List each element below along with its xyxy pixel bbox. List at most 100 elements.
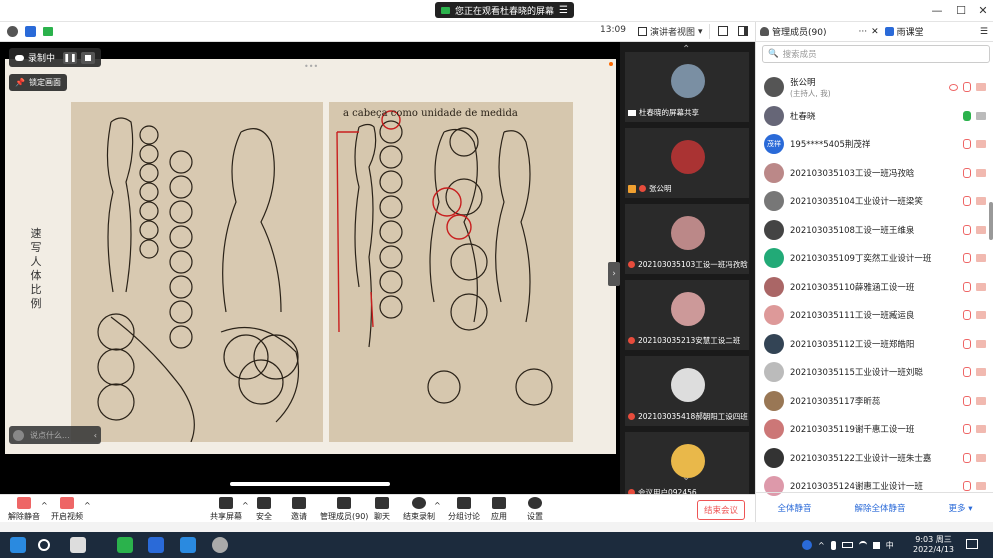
sidebar-toggle-icon[interactable] (738, 26, 748, 36)
scroll-indicator[interactable] (230, 482, 390, 486)
pause-icon[interactable]: ❚❚ (63, 51, 78, 64)
minimize-button[interactable]: — (927, 4, 947, 18)
info-icon[interactable] (7, 26, 18, 37)
wifi-icon[interactable] (858, 541, 867, 549)
volume-icon[interactable] (872, 541, 880, 549)
member-row[interactable]: 杜春晓 (764, 102, 986, 130)
member-row[interactable]: 202103035109丁奕然工业设计一班 (764, 244, 986, 272)
camera-off-icon[interactable] (976, 311, 986, 319)
mic-muted-icon[interactable] (963, 196, 971, 206)
camera-off-icon[interactable] (976, 339, 986, 348)
more-icon[interactable]: ··· (858, 27, 867, 37)
tab-members[interactable]: 管理成员(90) (772, 25, 826, 38)
viewing-banner[interactable]: 您正在观看杜春晓的屏幕 ☰ (435, 2, 574, 18)
mic-muted-icon[interactable] (963, 367, 971, 377)
member-row[interactable]: 202103035117李昕蕊 (764, 387, 986, 415)
unmute-all-button[interactable]: 解除全体静音 (855, 502, 906, 514)
notification-icon[interactable] (966, 539, 978, 549)
chevron-up-icon[interactable]: ^ (818, 541, 825, 550)
member-row[interactable]: 202103035111工设一班臧运良 (764, 301, 986, 329)
mic-muted-icon[interactable] (963, 253, 971, 263)
mic-muted-icon[interactable] (963, 310, 971, 320)
mic-muted-icon[interactable] (963, 82, 971, 92)
close-window-button[interactable]: ✕ (973, 4, 993, 18)
video-tile[interactable]: 202103035418郝朝阳工设四班 (625, 356, 749, 426)
fullscreen-icon[interactable] (718, 26, 728, 36)
app-icon[interactable] (70, 537, 86, 553)
video-tile[interactable]: 杜春晓的屏幕共享 (625, 52, 749, 122)
tab-classroom[interactable]: 雨课堂 (897, 25, 924, 38)
maximize-button[interactable]: ☐ (951, 4, 971, 18)
camera-off-icon[interactable] (976, 254, 986, 262)
mic-on-icon[interactable] (963, 110, 971, 121)
paint-icon[interactable] (212, 537, 228, 553)
mic-muted-icon[interactable] (963, 395, 971, 406)
member-row[interactable]: 202103035115工业设计一班刘聪 (764, 358, 986, 386)
chevron-down-icon[interactable]: ⌄ (682, 472, 690, 483)
member-row[interactable]: 202103035108工设一班王维泉 (764, 216, 986, 244)
search-icon[interactable] (38, 539, 50, 551)
emoji-icon[interactable] (13, 429, 24, 441)
breakout-button[interactable]: 分组讨论 (448, 497, 480, 522)
chevron-up-icon[interactable]: ^ (84, 501, 91, 510)
member-row[interactable]: 202103035103工设一班冯孜晗 (764, 159, 986, 187)
collapse-gallery-button[interactable]: › (608, 262, 620, 286)
security-button[interactable]: 安全 (256, 497, 272, 522)
mic-muted-icon[interactable] (963, 281, 971, 292)
settings-button[interactable]: 设置 (527, 497, 543, 522)
camera-off-icon[interactable] (976, 453, 986, 462)
view-mode-selector[interactable]: 演讲者视图 ▾ (638, 24, 710, 39)
chat-input[interactable]: 说点什么... ‹ (9, 426, 101, 444)
camera-off-icon[interactable] (976, 83, 986, 91)
close-icon[interactable]: ✕ (871, 27, 879, 37)
member-row[interactable]: 202103035119谢千惠工设一班 (764, 415, 986, 443)
mic-icon[interactable] (830, 540, 836, 550)
mic-muted-icon[interactable] (963, 167, 971, 178)
members-button[interactable]: 管理成员(90) (320, 497, 368, 522)
more-dots-icon[interactable]: ••• (304, 62, 318, 71)
mic-muted-icon[interactable] (963, 424, 971, 434)
chevron-up-icon[interactable]: ^ (434, 501, 441, 510)
chevron-left-icon[interactable]: ‹ (94, 431, 97, 440)
search-input[interactable]: 🔍 搜索成员 (762, 45, 990, 63)
meeting-app-icon[interactable] (180, 537, 196, 553)
end-record-button[interactable]: 结束录制 (403, 497, 435, 522)
chevron-up-icon[interactable]: ^ (242, 501, 249, 510)
shield-icon[interactable] (25, 26, 36, 37)
more-button[interactable]: 更多 ▾ (949, 502, 973, 514)
member-row[interactable]: 202103035112工设一班郑皓阳 (764, 330, 986, 358)
unmute-button[interactable]: 解除静音 (8, 497, 40, 522)
chevron-up-icon[interactable]: ⌃ (682, 44, 690, 55)
chat-button[interactable]: 聊天 (374, 497, 390, 522)
invite-button[interactable]: 邀请 (291, 497, 307, 522)
menu-icon[interactable]: ☰ (980, 27, 988, 37)
browser-icon[interactable] (148, 537, 164, 553)
mic-muted-icon[interactable] (963, 452, 971, 463)
signal-icon[interactable] (43, 27, 53, 36)
mic-muted-icon[interactable] (963, 224, 971, 235)
windows-start-icon[interactable] (10, 537, 26, 553)
share-screen-button[interactable]: 共享屏幕 (210, 497, 242, 522)
video-tile[interactable]: 张公明 (625, 128, 749, 198)
mic-muted-icon[interactable] (963, 481, 971, 491)
camera-off-icon[interactable] (976, 140, 986, 148)
camera-off-icon[interactable] (976, 368, 986, 376)
video-tile[interactable]: 202103035213安慧工设二班 (625, 280, 749, 350)
apps-button[interactable]: 应用 (491, 497, 507, 522)
battery-icon[interactable] (841, 542, 853, 548)
end-meeting-button[interactable]: 结束会议 (697, 500, 745, 520)
video-tile[interactable]: 会议用户092456 (625, 432, 749, 502)
camera-off-icon[interactable] (976, 197, 986, 205)
scrollbar[interactable] (989, 202, 993, 240)
menu-icon[interactable]: ☰ (559, 5, 568, 16)
lock-screen-button[interactable]: 📌 锁定画面 (9, 74, 67, 91)
camera-off-icon[interactable] (976, 168, 986, 177)
camera-off-icon[interactable] (976, 111, 986, 120)
mic-muted-icon[interactable] (963, 139, 971, 149)
camera-off-icon[interactable] (976, 225, 986, 234)
ime-indicator[interactable]: 中 (886, 540, 894, 551)
help-icon[interactable] (802, 540, 812, 550)
wechat-icon[interactable] (117, 537, 133, 553)
taskbar-clock[interactable]: 9:03 周三 2022/4/13 (913, 535, 954, 555)
chevron-up-icon[interactable]: ^ (41, 501, 48, 510)
